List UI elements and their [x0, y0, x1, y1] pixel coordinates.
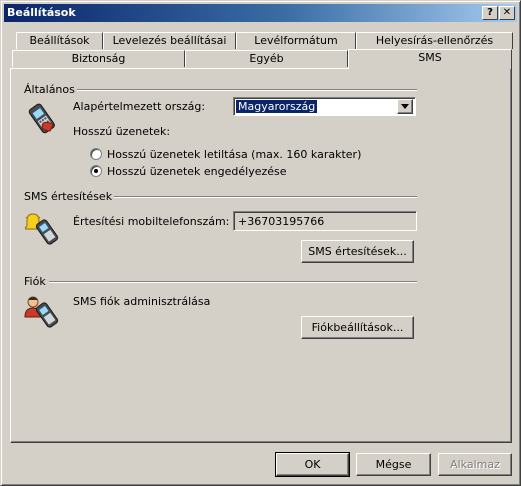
notification-phone-label: Értesítési mobiltelefonszám: — [73, 215, 230, 228]
apply-button[interactable]: Alkalmaz — [438, 453, 512, 476]
account-settings-button[interactable]: Fiókbeállítások... — [301, 316, 414, 339]
notifications-group-divider — [114, 196, 417, 198]
tab-levelezes-beallitasai[interactable]: Levelezés beállításai — [103, 32, 236, 49]
account-description: SMS fiók adminisztrálása — [73, 295, 211, 308]
tab-beallitasok[interactable]: Beállítások — [16, 32, 103, 49]
general-group-divider — [77, 89, 417, 91]
options-dialog: Beállítások ? ✕ Beállítások Levelezés be… — [0, 0, 521, 486]
bell-phone-icon — [25, 213, 59, 245]
tab-sms[interactable]: SMS — [348, 49, 512, 69]
apply-button-label: Alkalmaz — [450, 458, 500, 471]
sms-notifications-button[interactable]: SMS értesítések... — [301, 240, 414, 263]
help-button[interactable]: ? — [482, 6, 498, 20]
ok-button[interactable]: OK — [275, 452, 350, 477]
radio-enable-long-label[interactable]: Hosszú üzenetek engedélyezése — [107, 165, 287, 178]
user-phone-icon — [24, 296, 59, 328]
account-group-divider — [49, 281, 417, 283]
radio-disable-long-label[interactable]: Hosszú üzenetek letiltása (max. 160 kara… — [107, 148, 361, 161]
chevron-down-icon[interactable] — [397, 99, 413, 114]
tab-panel-sms: Általános Alapértelmezett ország: Magyar… — [10, 68, 512, 443]
general-group-header: Általános — [24, 83, 75, 96]
radio-enable-long[interactable] — [90, 165, 102, 177]
notifications-group-header: SMS értesítések — [24, 190, 113, 203]
mobile-phone-icon — [28, 103, 55, 134]
tab-levelformatum[interactable]: Levélformátum — [236, 32, 356, 49]
window-title: Beállítások — [7, 6, 76, 19]
title-bar: Beállítások ? ✕ — [4, 4, 517, 22]
long-messages-label: Hosszú üzenetek: — [73, 125, 171, 138]
default-country-label: Alapértelmezett ország: — [73, 100, 206, 113]
notification-phone-field: +36703195766 — [233, 211, 417, 231]
tab-helyesiras-ellenorzes[interactable]: Helyesírás-ellenőrzés — [356, 32, 513, 49]
notification-phone-value: +36703195766 — [238, 215, 325, 228]
tab-biztonsag[interactable]: Biztonság — [12, 50, 185, 67]
cancel-button[interactable]: Mégse — [356, 453, 431, 476]
radio-disable-long[interactable] — [90, 148, 102, 160]
tab-egyeb[interactable]: Egyéb — [185, 50, 348, 67]
country-select-value: Magyarország — [236, 100, 318, 113]
country-select[interactable]: Magyarország — [233, 97, 416, 116]
close-button[interactable]: ✕ — [499, 6, 515, 20]
account-group-header: Fiók — [24, 275, 46, 288]
